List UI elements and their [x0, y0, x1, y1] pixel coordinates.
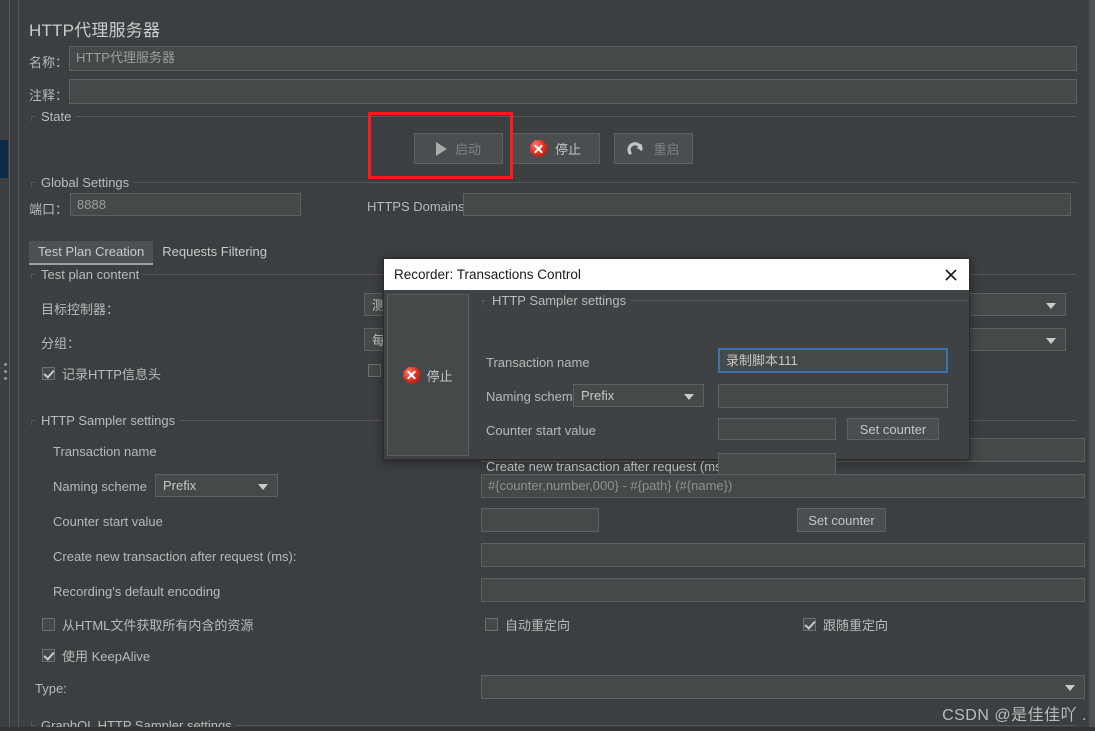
test-plan-content-tick [31, 274, 32, 279]
create-new-transaction-label: Create new transaction after request (ms… [53, 549, 297, 564]
restart-button[interactable]: 重启 [614, 133, 693, 164]
splitter-drag-handle[interactable] [4, 363, 7, 383]
close-x-icon[interactable] [943, 267, 959, 283]
chevron-down-icon [258, 483, 268, 490]
checkbox-box [803, 618, 816, 631]
set-counter-button[interactable]: Set counter [797, 508, 886, 532]
start-button[interactable]: 启动 [414, 133, 503, 164]
stop-octagon-icon [529, 140, 547, 157]
counter-start-label: Counter start value [53, 514, 163, 529]
recording-encoding-label: Recording's default encoding [53, 584, 221, 599]
start-button-label: 启动 [454, 142, 481, 157]
tab-bar: Test Plan Creation Requests Filtering [29, 241, 276, 265]
recording-encoding-input[interactable] [481, 578, 1085, 602]
dialog-group-tick [482, 300, 483, 305]
port-input[interactable]: 8888 [70, 193, 301, 216]
retrieve-embedded-resources-label: 从HTML文件获取所有内含的资源 [62, 618, 254, 633]
dialog-naming-scheme-pattern-input[interactable] [718, 384, 948, 408]
play-icon [435, 141, 447, 156]
dialog-transaction-name-label: Transaction name [486, 355, 590, 370]
naming-scheme-pattern-input[interactable]: #{counter,number,000} - #{path} (#{name}… [481, 474, 1085, 498]
dialog-create-new-transaction-label: Create new transaction after request (ms… [486, 459, 730, 474]
tab-test-plan-creation[interactable]: Test Plan Creation [29, 241, 154, 265]
state-group-separator [31, 116, 1077, 117]
auto-redirect-checkbox[interactable]: 自动重定向 [485, 615, 570, 634]
type-combo[interactable] [481, 675, 1085, 699]
dialog-transaction-name-input[interactable]: 录制脚本111 [718, 348, 948, 373]
global-settings-separator [31, 182, 1077, 183]
follow-redirect-checkbox[interactable]: 跟随重定向 [803, 615, 888, 634]
dialog-set-counter-button[interactable]: Set counter [847, 418, 939, 440]
create-new-transaction-input[interactable] [481, 543, 1085, 567]
stop-button-label: 停止 [554, 142, 581, 157]
http-sampler-settings-legend: HTTP Sampler settings [35, 413, 180, 428]
dialog-create-new-transaction-input[interactable] [718, 453, 836, 475]
app-window: HTTP代理服务器 名称： HTTP代理服务器 注释： State 启动 停止 [0, 0, 1095, 731]
stop-octagon-icon [403, 366, 421, 384]
port-label: 端口： [29, 202, 69, 217]
https-domains-input[interactable] [463, 193, 1071, 216]
dialog-counter-start-label: Counter start value [486, 423, 596, 438]
state-group-tick [31, 116, 32, 121]
chevron-down-icon [684, 393, 694, 400]
dialog-group-legend: HTTP Sampler settings [486, 293, 631, 308]
comment-label: 注释： [29, 88, 69, 103]
checkbox-box [42, 367, 55, 380]
chevron-down-icon [1065, 685, 1075, 691]
type-label: Type: [35, 681, 67, 696]
dialog-counter-start-input[interactable] [718, 418, 836, 440]
tab-requests-filtering[interactable]: Requests Filtering [153, 241, 276, 263]
chevron-down-icon [1046, 302, 1056, 309]
use-keepalive-checkbox[interactable]: 使用 KeepAlive [42, 646, 150, 665]
dialog-naming-scheme-combo[interactable]: Prefix [573, 384, 704, 407]
dialog-naming-scheme-value: Prefix [581, 388, 615, 403]
dialog-set-counter-label: Set counter [859, 421, 927, 437]
chevron-down-icon [1046, 337, 1056, 344]
checkbox-box [42, 649, 55, 662]
name-label: 名称： [29, 55, 69, 70]
capture-http-headers-checkbox[interactable]: 记录HTTP信息头 [42, 364, 161, 383]
dialog-title: Recorder: Transactions Control [394, 267, 581, 282]
transaction-name-label: Transaction name [53, 444, 157, 459]
retrieve-embedded-resources-checkbox[interactable]: 从HTML文件获取所有内含的资源 [42, 615, 253, 634]
checkbox-box [42, 618, 55, 631]
global-settings-legend: Global Settings [35, 175, 134, 190]
follow-redirect-label: 跟随重定向 [823, 618, 889, 633]
state-group-legend: State [35, 109, 76, 124]
dialog-title-bar: Recorder: Transactions Control [384, 259, 969, 290]
counter-start-input[interactable] [481, 508, 599, 532]
page-title: HTTP代理服务器 [29, 21, 161, 40]
name-input[interactable]: HTTP代理服务器 [69, 46, 1077, 71]
global-settings-tick [31, 182, 32, 187]
http-sampler-settings-tick [31, 420, 32, 425]
https-domains-label: HTTPS Domains: [367, 199, 469, 214]
transactions-control-dialog: Recorder: Transactions Control 停止 HTTP S… [383, 258, 970, 475]
naming-scheme-label: Naming scheme [53, 479, 147, 494]
graphql-settings-tick [31, 721, 32, 726]
naming-scheme-combo[interactable]: Prefix [155, 474, 278, 497]
dialog-naming-scheme-label: Naming scheme [486, 389, 580, 404]
secondary-option-checkbox[interactable] [368, 364, 381, 377]
window-bottom-edge [0, 727, 1095, 731]
target-controller-label: 目标控制器： [41, 302, 120, 317]
comment-input[interactable] [69, 79, 1077, 104]
restart-arrow-icon [627, 141, 645, 157]
set-counter-label: Set counter [808, 512, 875, 528]
stop-button[interactable]: 停止 [511, 133, 600, 164]
test-plan-content-legend: Test plan content [35, 267, 144, 282]
checkbox-box [485, 618, 498, 631]
dialog-stop-label: 停止 [426, 368, 453, 384]
naming-scheme-value: Prefix [163, 478, 197, 493]
csdn-watermark: CSDN @是佳佳吖 . [942, 707, 1087, 724]
dialog-stop-panel[interactable]: 停止 [387, 294, 469, 456]
restart-button-label: 重启 [653, 142, 680, 157]
checkbox-box [368, 364, 381, 377]
use-keepalive-label: 使用 KeepAlive [62, 649, 151, 664]
auto-redirect-label: 自动重定向 [505, 618, 571, 633]
grouping-label: 分组： [41, 336, 81, 351]
left-rail-selection-indicator [0, 140, 8, 178]
capture-http-headers-label: 记录HTTP信息头 [62, 367, 161, 382]
dialog-body: HTTP Sampler settings Transaction name 录… [472, 290, 969, 475]
